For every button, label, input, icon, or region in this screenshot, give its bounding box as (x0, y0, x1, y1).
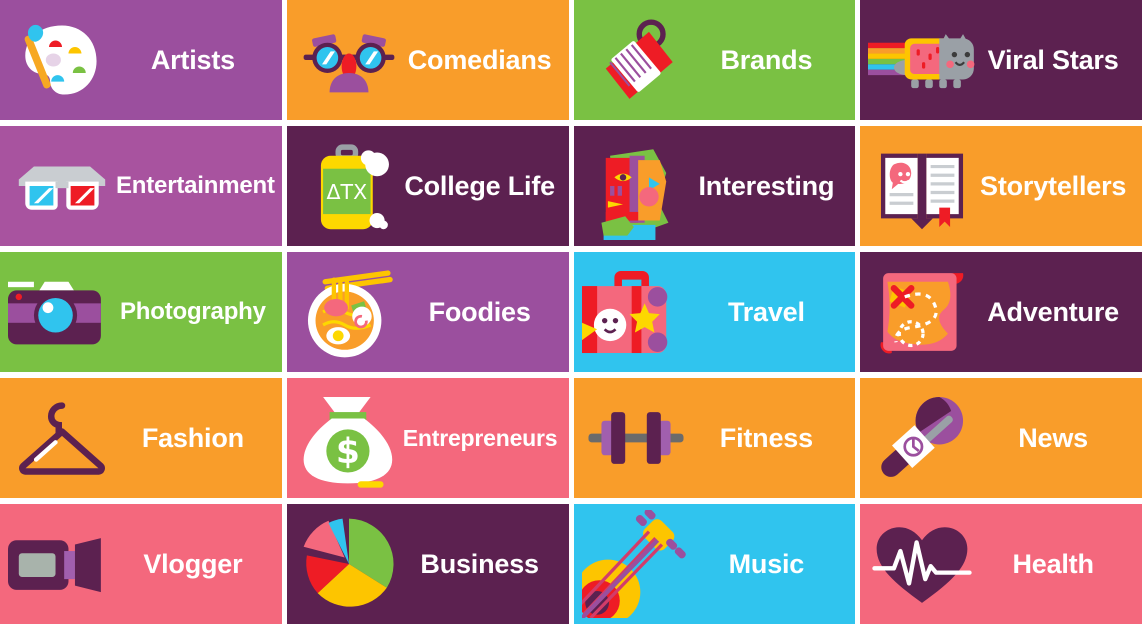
category-tile-label: Music (728, 548, 805, 579)
category-tile-grid: Artists Comedians Brands Viral Stars Ent… (0, 0, 1142, 624)
category-tile[interactable]: Photography (0, 252, 282, 372)
category-tile-label: Storytellers (980, 170, 1127, 201)
camera-icon (8, 258, 116, 366)
category-tile[interactable]: Music (573, 504, 856, 624)
treasure-map-icon (868, 258, 976, 366)
category-tile-label: Artists (150, 44, 235, 75)
pie-chart-icon (295, 510, 403, 618)
abstract-face-icon (582, 132, 690, 240)
category-tile-label: Vlogger (143, 548, 243, 579)
category-tile[interactable]: Adventure (860, 252, 1142, 372)
category-tile[interactable]: Travel (573, 252, 856, 372)
category-tile-label: Adventure (987, 296, 1119, 327)
category-tile-label: Fitness (719, 422, 813, 453)
category-tile-label: Viral Stars (987, 44, 1119, 75)
clothes-hanger-icon (8, 384, 116, 492)
category-tile-label: College Life (404, 170, 555, 201)
category-tile[interactable]: Fitness (573, 378, 856, 498)
category-tile-label: Interesting (698, 170, 835, 201)
beer-keg-icon: ΔΤΧ (295, 132, 403, 240)
category-tile[interactable]: Viral Stars (860, 0, 1142, 120)
category-tile[interactable]: Interesting (573, 126, 856, 246)
category-tile-label: Entrepreneurs (402, 424, 558, 451)
category-tile-label: Business (420, 548, 539, 579)
category-tile-label: Fashion (141, 422, 244, 453)
category-tile[interactable]: Foodies (286, 252, 569, 372)
category-tile-label: Brands (720, 44, 813, 75)
category-tile-label: Comedians (407, 44, 552, 75)
category-tile[interactable]: News (860, 378, 1142, 498)
category-tile[interactable]: Storytellers (860, 126, 1142, 246)
category-tile-label: Foodies (428, 296, 531, 327)
microphone-icon (868, 384, 976, 492)
nyan-cat-icon (868, 6, 976, 114)
category-tile[interactable]: Entertainment (0, 126, 282, 246)
heart-pulse-icon (868, 510, 976, 618)
category-tile[interactable]: Health (860, 504, 1142, 624)
category-tile[interactable]: Brands (573, 0, 856, 120)
funny-glasses-icon (295, 6, 403, 114)
guitar-icon (581, 510, 690, 618)
price-tag-icon (582, 6, 690, 114)
category-tile-label: Photography (119, 298, 266, 326)
category-tile[interactable]: Business (286, 504, 569, 624)
money-bag-icon: $ (295, 384, 403, 492)
category-tile-label: Entertainment (116, 172, 275, 200)
category-tile[interactable]: Artists (0, 0, 282, 120)
camcorder-icon (8, 510, 116, 618)
svg-text:ΔΤΧ: ΔΤΧ (326, 180, 367, 204)
paint-palette-icon (8, 6, 116, 114)
category-tile-label: Travel (727, 296, 805, 327)
category-tile-label: Health (1012, 548, 1094, 579)
category-tile[interactable]: ΔΤΧ College Life (286, 126, 569, 246)
3d-glasses-icon (8, 132, 116, 240)
category-tile[interactable]: $ Entrepreneurs (286, 378, 569, 498)
suitcase-icon (581, 258, 690, 366)
category-tile-label: News (1018, 422, 1088, 453)
open-book-icon (868, 132, 976, 240)
category-tile[interactable]: Fashion (0, 378, 282, 498)
category-tile[interactable]: Vlogger (0, 504, 282, 624)
ramen-bowl-icon (295, 258, 403, 366)
svg-text:$: $ (336, 432, 360, 472)
dumbbell-icon (582, 384, 690, 492)
category-tile[interactable]: Comedians (286, 0, 569, 120)
